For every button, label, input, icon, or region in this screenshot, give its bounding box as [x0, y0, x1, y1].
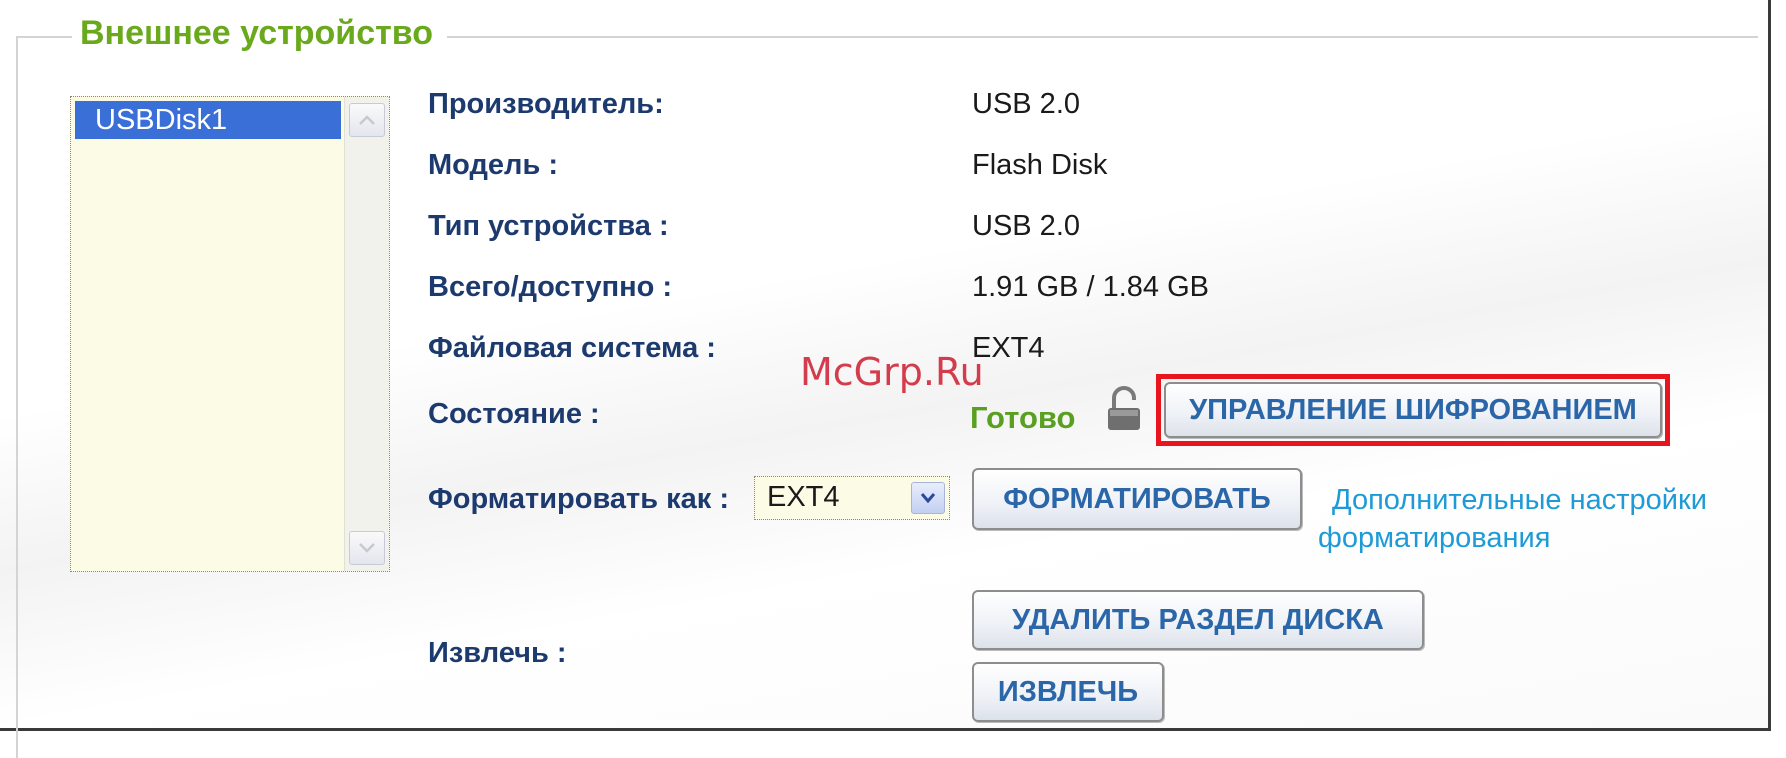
device-type-value: USB 2.0	[972, 210, 1080, 242]
eject-label: Извлечь :	[428, 637, 567, 669]
format-type-value: EXT4	[767, 481, 840, 513]
arrow-down-icon	[359, 543, 375, 553]
format-type-select[interactable]: EXT4	[754, 476, 950, 520]
manufacturer-value: USB 2.0	[972, 88, 1080, 120]
model-label: Модель :	[428, 149, 558, 181]
format-as-label: Форматировать как :	[428, 483, 729, 515]
file-system-label: Файловая система :	[428, 332, 716, 364]
window-frame: Внешнее устройство USBDisk1 Производител…	[0, 0, 1771, 758]
model-value: Flash Disk	[972, 149, 1108, 181]
advanced-format-link-line1[interactable]: Дополнительные настройки	[1332, 484, 1707, 517]
list-item-usbdisk1[interactable]: USBDisk1	[75, 101, 341, 139]
chevron-down-icon	[920, 493, 936, 504]
format-button[interactable]: ФОРМАТИРОВАТЬ	[972, 468, 1302, 530]
highlight-box	[1156, 374, 1670, 446]
advanced-format-link-line2[interactable]: форматирования	[1318, 522, 1550, 555]
delete-partition-button[interactable]: УДАЛИТЬ РАЗДЕЛ ДИСКА	[972, 590, 1424, 650]
select-dropdown-button[interactable]	[911, 482, 945, 514]
device-type-label: Тип устройства :	[428, 210, 669, 242]
scroll-down-button[interactable]	[349, 531, 385, 565]
section-title: Внешнее устройство	[72, 14, 447, 53]
device-listbox[interactable]: USBDisk1	[70, 96, 390, 572]
watermark: McGrp.Ru	[800, 350, 984, 394]
arrow-up-icon	[359, 115, 375, 125]
total-available-label: Всего/доступно :	[428, 271, 673, 303]
lock-icon	[1108, 386, 1140, 430]
manufacturer-label: Производитель:	[428, 88, 664, 120]
status-label: Состояние :	[428, 398, 600, 430]
listbox-scrollbar[interactable]	[344, 97, 389, 571]
status-value: Готово	[970, 400, 1076, 435]
scroll-up-button[interactable]	[349, 103, 385, 137]
eject-button[interactable]: ИЗВЛЕЧЬ	[972, 662, 1164, 722]
total-available-value: 1.91 GB / 1.84 GB	[972, 271, 1209, 303]
